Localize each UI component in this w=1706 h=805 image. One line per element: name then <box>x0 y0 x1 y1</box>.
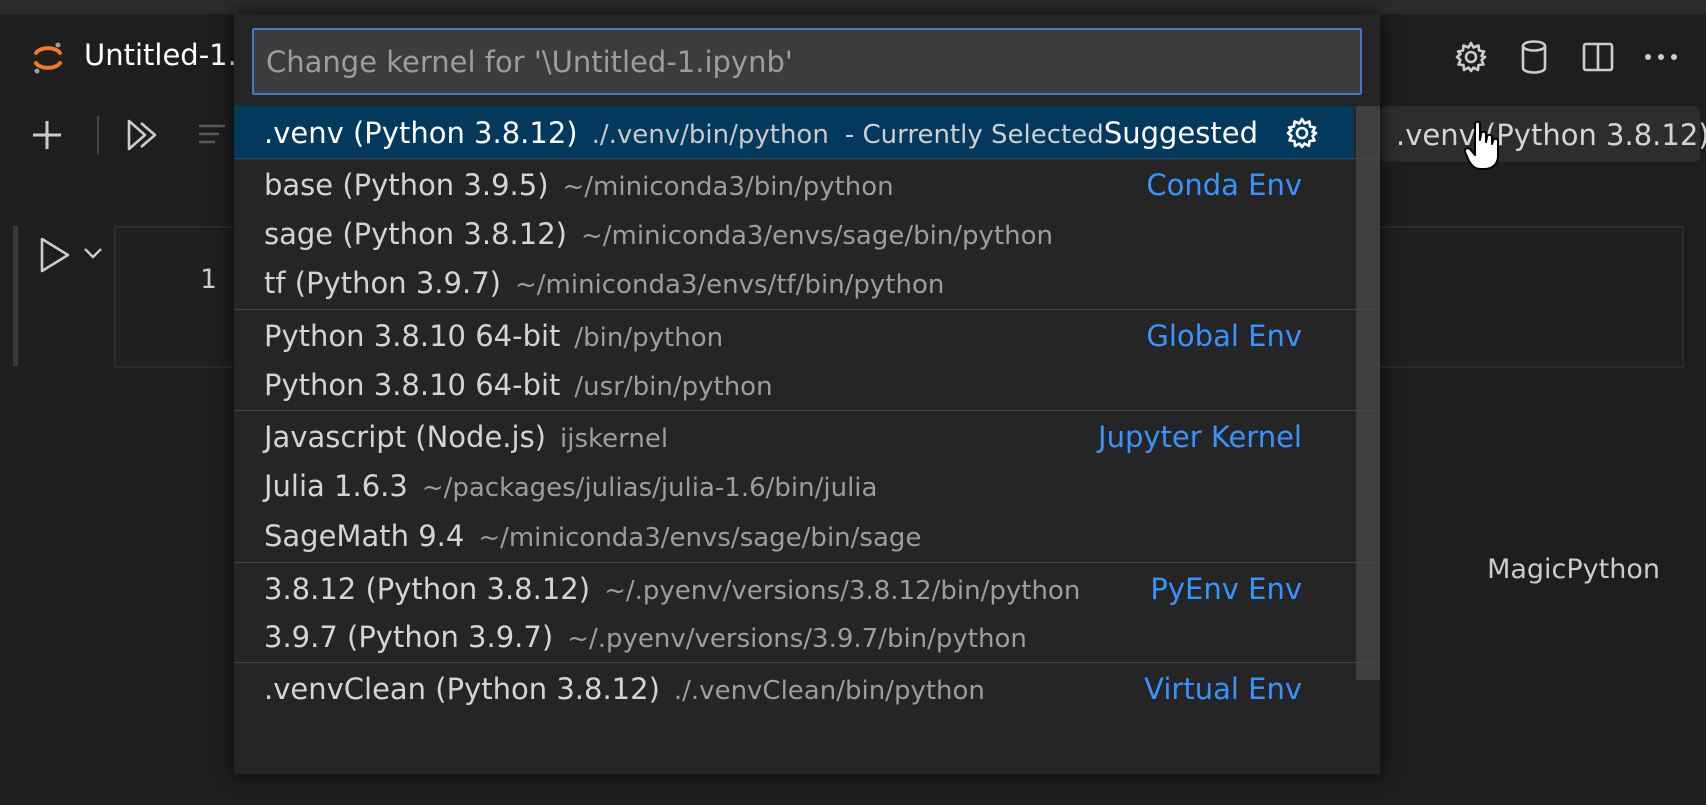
kernel-option-label: tf (Python 3.9.7) <box>264 266 501 300</box>
kernel-option-path: ~/.pyenv/versions/3.9.7/bin/python <box>567 624 1027 654</box>
add-cell-icon[interactable] <box>22 110 72 160</box>
kernel-option-text: Javascript (Node.js) ijskernel <box>264 410 668 464</box>
kernel-label: .venv (Python 3.8.12) <box>1396 118 1706 152</box>
kernel-option[interactable]: 3.9.7 (Python 3.9.7) ~/.pyenv/versions/3.… <box>234 610 1354 664</box>
kernel-option[interactable]: tf (Python 3.9.7) ~/miniconda3/envs/tf/bi… <box>234 256 1354 310</box>
title-strip <box>0 0 1706 14</box>
kernel-option-label: 3.9.7 (Python 3.9.7) <box>264 620 554 654</box>
kernel-option-path: ~/miniconda3/envs/sage/bin/sage <box>478 523 922 553</box>
kernel-option[interactable]: Python 3.8.10 64-bit/usr/bin/python <box>234 358 1354 412</box>
kernel-option-text: Julia 1.6.3 ~/packages/julias/julia-1.6/b… <box>264 459 877 513</box>
gear-icon[interactable] <box>1446 32 1496 82</box>
kernel-option-text: tf (Python 3.9.7) ~/miniconda3/envs/tf/bi… <box>264 256 944 310</box>
cell-language-label[interactable]: MagicPython <box>1487 554 1660 585</box>
kernel-option-label: Python 3.8.10 64-bit <box>264 368 561 402</box>
kernel-option[interactable]: Julia 1.6.3 ~/packages/julias/julia-1.6/b… <box>234 459 1354 513</box>
kernel-option-path: ~/.pyenv/versions/3.8.12/bin/python <box>604 576 1081 606</box>
kernel-option-path: ~/miniconda3/envs/sage/bin/python <box>580 221 1054 251</box>
kernel-option[interactable]: Javascript (Node.js) ijskernel Jupyter Ker… <box>234 410 1380 464</box>
scrollbar-thumb[interactable] <box>1356 106 1380 680</box>
kernel-option-path: ~/packages/julias/julia-1.6/bin/julia <box>421 473 878 503</box>
database-icon[interactable] <box>1509 32 1559 82</box>
toolbar-separator <box>97 116 99 154</box>
kernel-quick-pick: .venv (Python 3.8.12) ./.venv/bin/python-… <box>234 14 1380 774</box>
kernel-list: .venv (Python 3.8.12) ./.venv/bin/python -… <box>234 106 1380 770</box>
run-all-icon[interactable] <box>119 110 169 160</box>
kernel-option[interactable]: sage (Python 3.8.12) ~/miniconda3/envs/sa… <box>234 207 1354 261</box>
kernel-group-label: PyEnv Env <box>1150 572 1302 606</box>
kernel-option[interactable]: base (Python 3.9.5) ~/miniconda3/bin/pyth… <box>234 158 1380 212</box>
vscode-window: Untitled-1. .venv (Python 3.8.12) MagicP… <box>0 0 1706 805</box>
kernel-option-label: sage (Python 3.8.12) <box>264 217 567 251</box>
kernel-option-path: /bin/python <box>574 323 724 353</box>
cell-focus-indicator <box>13 226 18 366</box>
kernel-option[interactable]: Python 3.8.10 64-bit/bin/python Global En… <box>234 309 1380 363</box>
kernel-option-path: ./.venvClean/bin/python <box>673 676 985 706</box>
kernel-option-path: ~/miniconda3/bin/python <box>562 172 894 202</box>
kernel-option-text: sage (Python 3.8.12) ~/miniconda3/envs/sa… <box>264 207 1053 261</box>
kernel-option-text: .venv (Python 3.8.12) ./.venv/bin/python -… <box>264 106 1104 160</box>
kernel-option-path: ./.venv/bin/python <box>591 120 829 150</box>
kernel-picker-button[interactable]: .venv (Python 3.8.12) <box>1380 106 1706 162</box>
tab-title: Untitled-1. <box>84 38 237 72</box>
editor-actions <box>1446 32 1706 82</box>
kernel-option-text: Python 3.8.10 64-bit/usr/bin/python <box>264 358 773 412</box>
kernel-option-text: 3.9.7 (Python 3.9.7) ~/.pyenv/versions/3.… <box>264 610 1027 664</box>
kernel-option-label: .venvClean (Python 3.8.12) <box>264 672 660 706</box>
more-actions-icon[interactable] <box>1636 32 1686 82</box>
kernel-group-label: Suggested <box>1103 116 1258 150</box>
kernel-option-label: SageMath 9.4 <box>264 519 465 553</box>
kernel-group-label: Virtual Env <box>1144 672 1302 706</box>
hand-cursor-icon <box>1463 120 1500 172</box>
kernel-group-label: Conda Env <box>1146 168 1302 202</box>
kernel-option[interactable]: .venvClean (Python 3.8.12) ./.venvClean/b… <box>234 662 1380 716</box>
kernel-option[interactable]: 3.8.12 (Python 3.8.12) ~/.pyenv/versions/… <box>234 562 1380 616</box>
split-editor-icon[interactable] <box>1573 32 1623 82</box>
kernel-option-text: base (Python 3.9.5) ~/miniconda3/bin/pyth… <box>264 158 894 212</box>
kernel-option-label: Javascript (Node.js) <box>264 420 546 454</box>
kernel-option-path: /usr/bin/python <box>574 372 773 402</box>
kernel-option-text: SageMath 9.4 ~/miniconda3/envs/sage/bin/s… <box>264 509 921 563</box>
kernel-option-text: .venvClean (Python 3.8.12) ./.venvClean/b… <box>264 662 985 716</box>
kernel-option-label: .venv (Python 3.8.12) <box>264 116 578 150</box>
line-number: 1 <box>200 264 217 295</box>
kernel-option[interactable]: .venv (Python 3.8.12) ./.venv/bin/python -… <box>234 106 1354 160</box>
chevron-down-icon[interactable] <box>80 240 106 266</box>
kernel-option-label: 3.8.12 (Python 3.8.12) <box>264 572 591 606</box>
tab-untitled-notebook[interactable]: Untitled-1. <box>0 14 260 102</box>
clear-outputs-icon[interactable] <box>190 110 240 160</box>
kernel-search-input[interactable] <box>252 28 1362 95</box>
kernel-group-label: Jupyter Kernel <box>1098 420 1302 454</box>
kernel-option-text: Python 3.8.10 64-bit/bin/python <box>264 309 723 363</box>
jupyter-logo-icon <box>30 40 66 76</box>
kernel-option-label: Julia 1.6.3 <box>264 469 408 503</box>
kernel-option-label: Python 3.8.10 64-bit <box>264 319 561 353</box>
kernel-option[interactable]: SageMath 9.4 ~/miniconda3/envs/sage/bin/s… <box>234 509 1354 563</box>
kernel-option-text: 3.8.12 (Python 3.8.12) ~/.pyenv/versions/… <box>264 562 1080 616</box>
kernel-option-label: base (Python 3.9.5) <box>264 168 549 202</box>
kernel-group-label: Global Env <box>1146 319 1302 353</box>
kernel-option-path: ijskernel <box>560 424 669 454</box>
run-cell-icon[interactable] <box>34 234 74 276</box>
configure-kernel-gear-icon[interactable] <box>1284 115 1320 151</box>
kernel-option-path: ~/miniconda3/envs/tf/bin/python <box>514 270 945 300</box>
kernel-option-detail: - Currently Selected <box>844 120 1104 150</box>
